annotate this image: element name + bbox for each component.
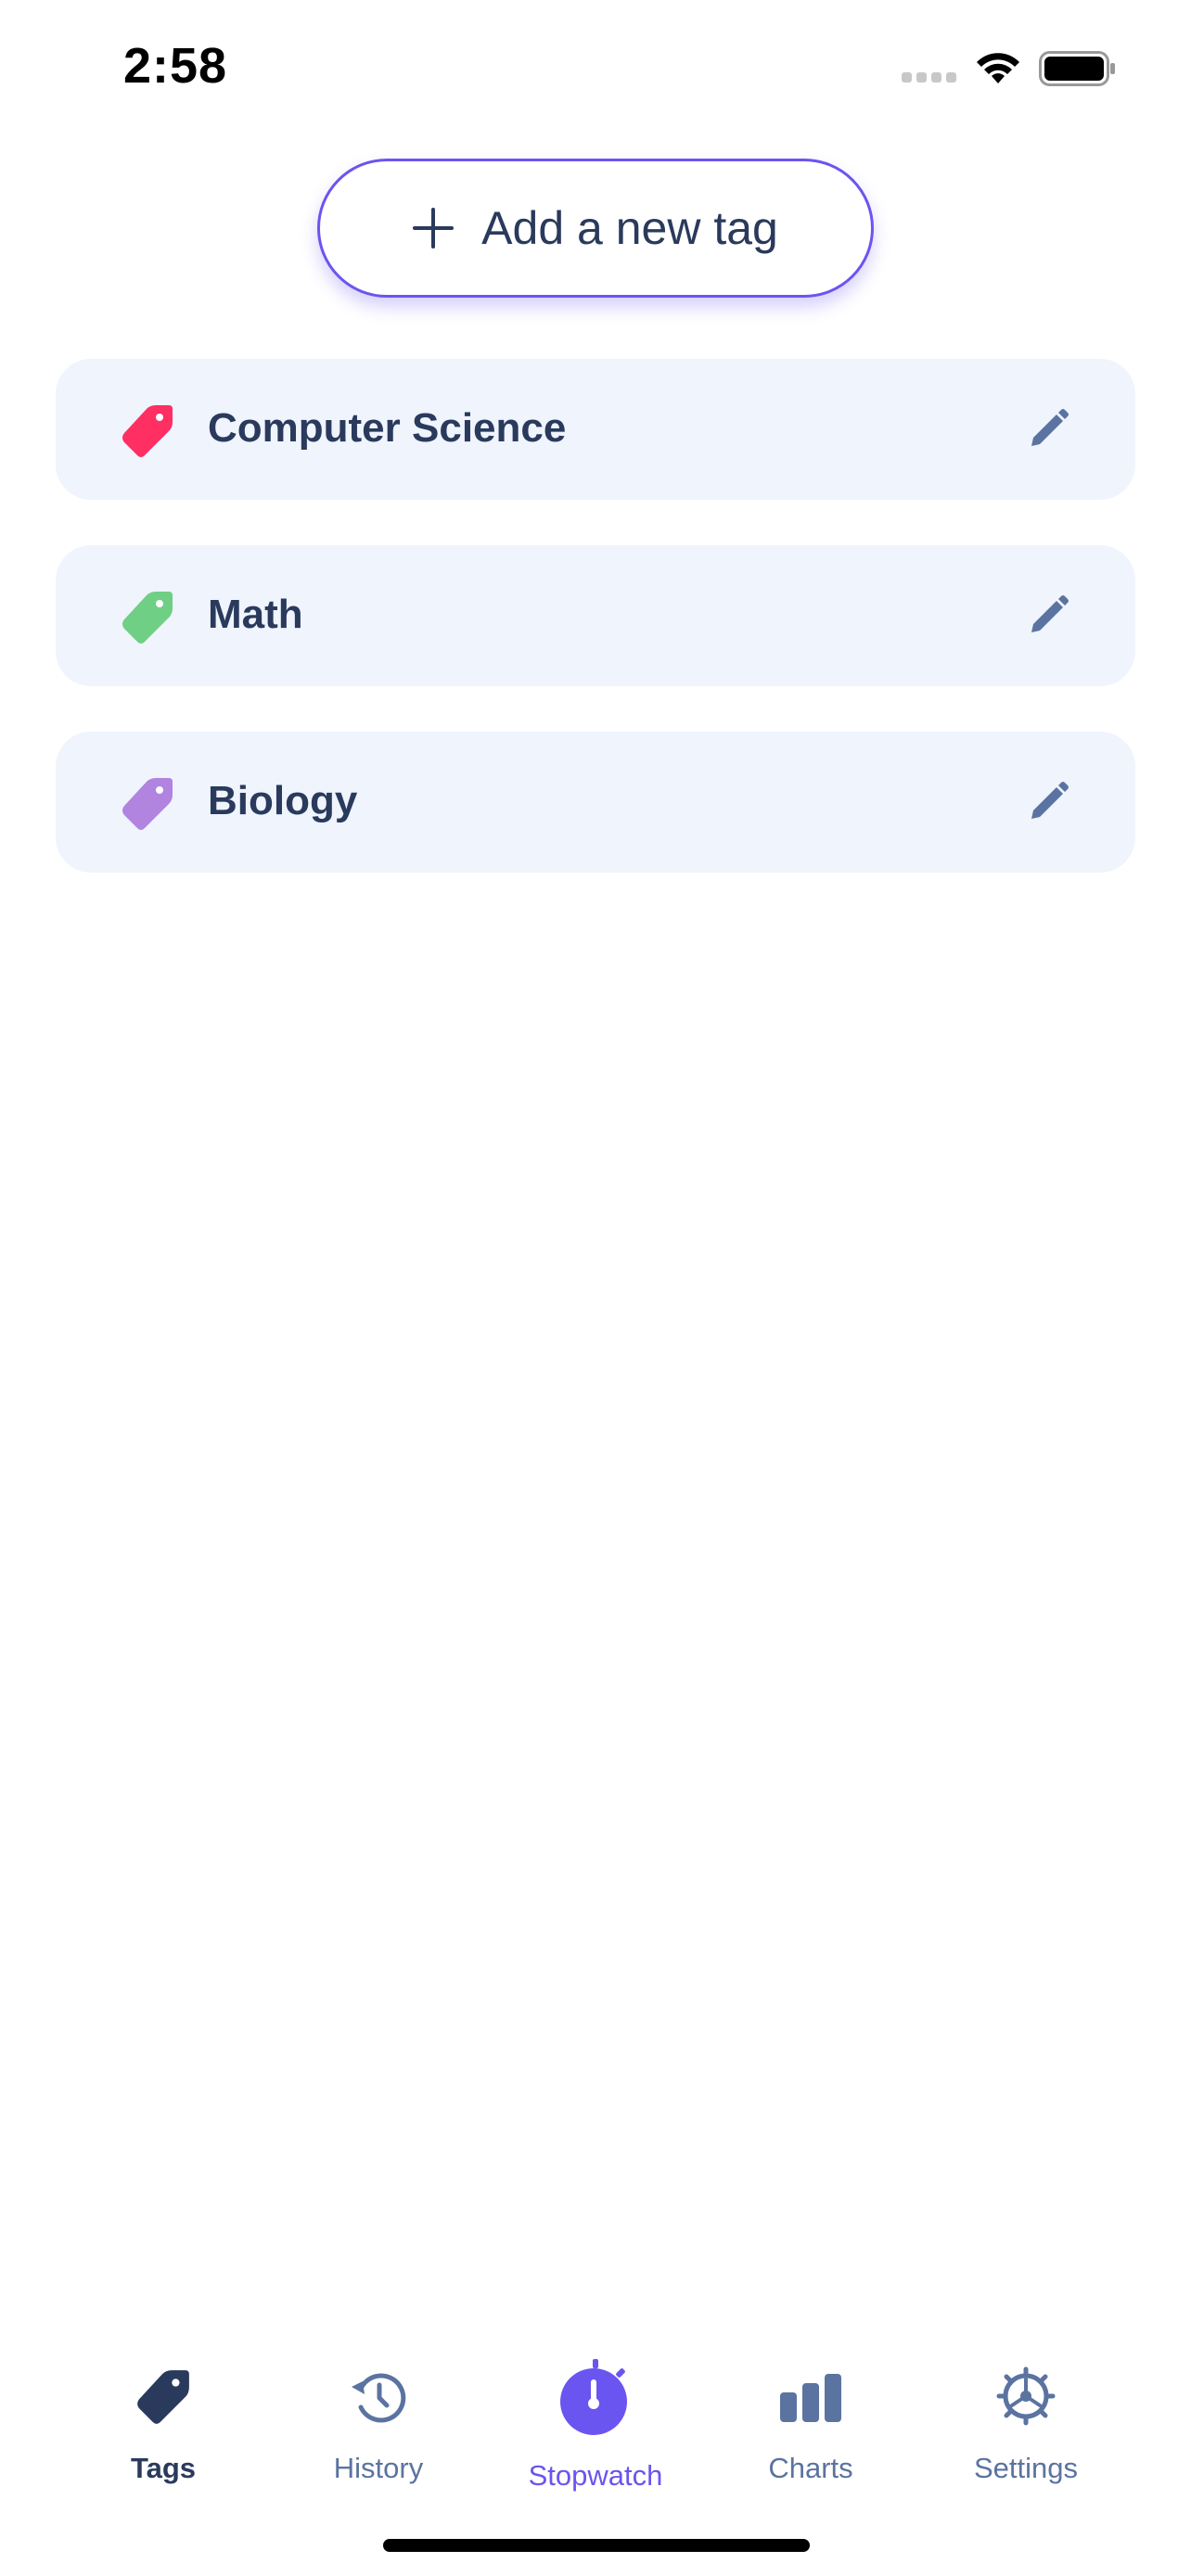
battery-icon [1039, 51, 1115, 86]
stopwatch-icon [560, 2359, 627, 2435]
tab-label: Charts [768, 2452, 853, 2484]
tag-icon [122, 405, 173, 457]
tag-name: Computer Science [208, 405, 567, 451]
tab-history[interactable]: History [276, 2337, 480, 2504]
tag-list: Computer Science Math Biology [56, 359, 1135, 918]
pencil-icon[interactable] [1026, 407, 1070, 452]
tag-card-computer-science[interactable]: Computer Science [56, 359, 1135, 500]
pencil-icon[interactable] [1026, 593, 1070, 638]
pencil-icon[interactable] [1026, 780, 1070, 824]
tag-name: Math [208, 592, 303, 637]
tag-card-biology[interactable]: Biology [56, 732, 1135, 873]
tab-label: Stopwatch [528, 2459, 663, 2492]
tag-icon [122, 592, 173, 644]
tag-icon [122, 778, 173, 830]
bottom-tab-bar: Tags History Stopwatch Charts Settings [0, 2337, 1191, 2504]
add-tag-button[interactable]: Add a new tag [317, 159, 874, 298]
history-icon [352, 2373, 406, 2423]
tab-label: Settings [973, 2452, 1078, 2484]
tag-icon [137, 2370, 189, 2424]
status-bar: 2:58 [0, 0, 1191, 139]
tab-charts[interactable]: Charts [709, 2337, 913, 2504]
bar-chart-icon [780, 2374, 841, 2422]
tag-name: Biology [208, 778, 358, 823]
tab-label: Tags [130, 2452, 197, 2484]
tab-settings[interactable]: Settings [924, 2337, 1128, 2504]
gear-icon [996, 2366, 1056, 2426]
add-tag-label: Add a new tag [481, 202, 778, 254]
tag-card-math[interactable]: Math [56, 545, 1135, 686]
tab-tags[interactable]: Tags [61, 2337, 265, 2504]
status-time: 2:58 [123, 38, 228, 94]
plus-icon [413, 208, 455, 249]
cellular-signal-icon [902, 72, 957, 83]
tab-label: History [333, 2452, 424, 2484]
wifi-icon [977, 53, 1019, 83]
tab-stopwatch[interactable]: Stopwatch [493, 2337, 698, 2504]
home-indicator[interactable] [383, 2539, 810, 2552]
